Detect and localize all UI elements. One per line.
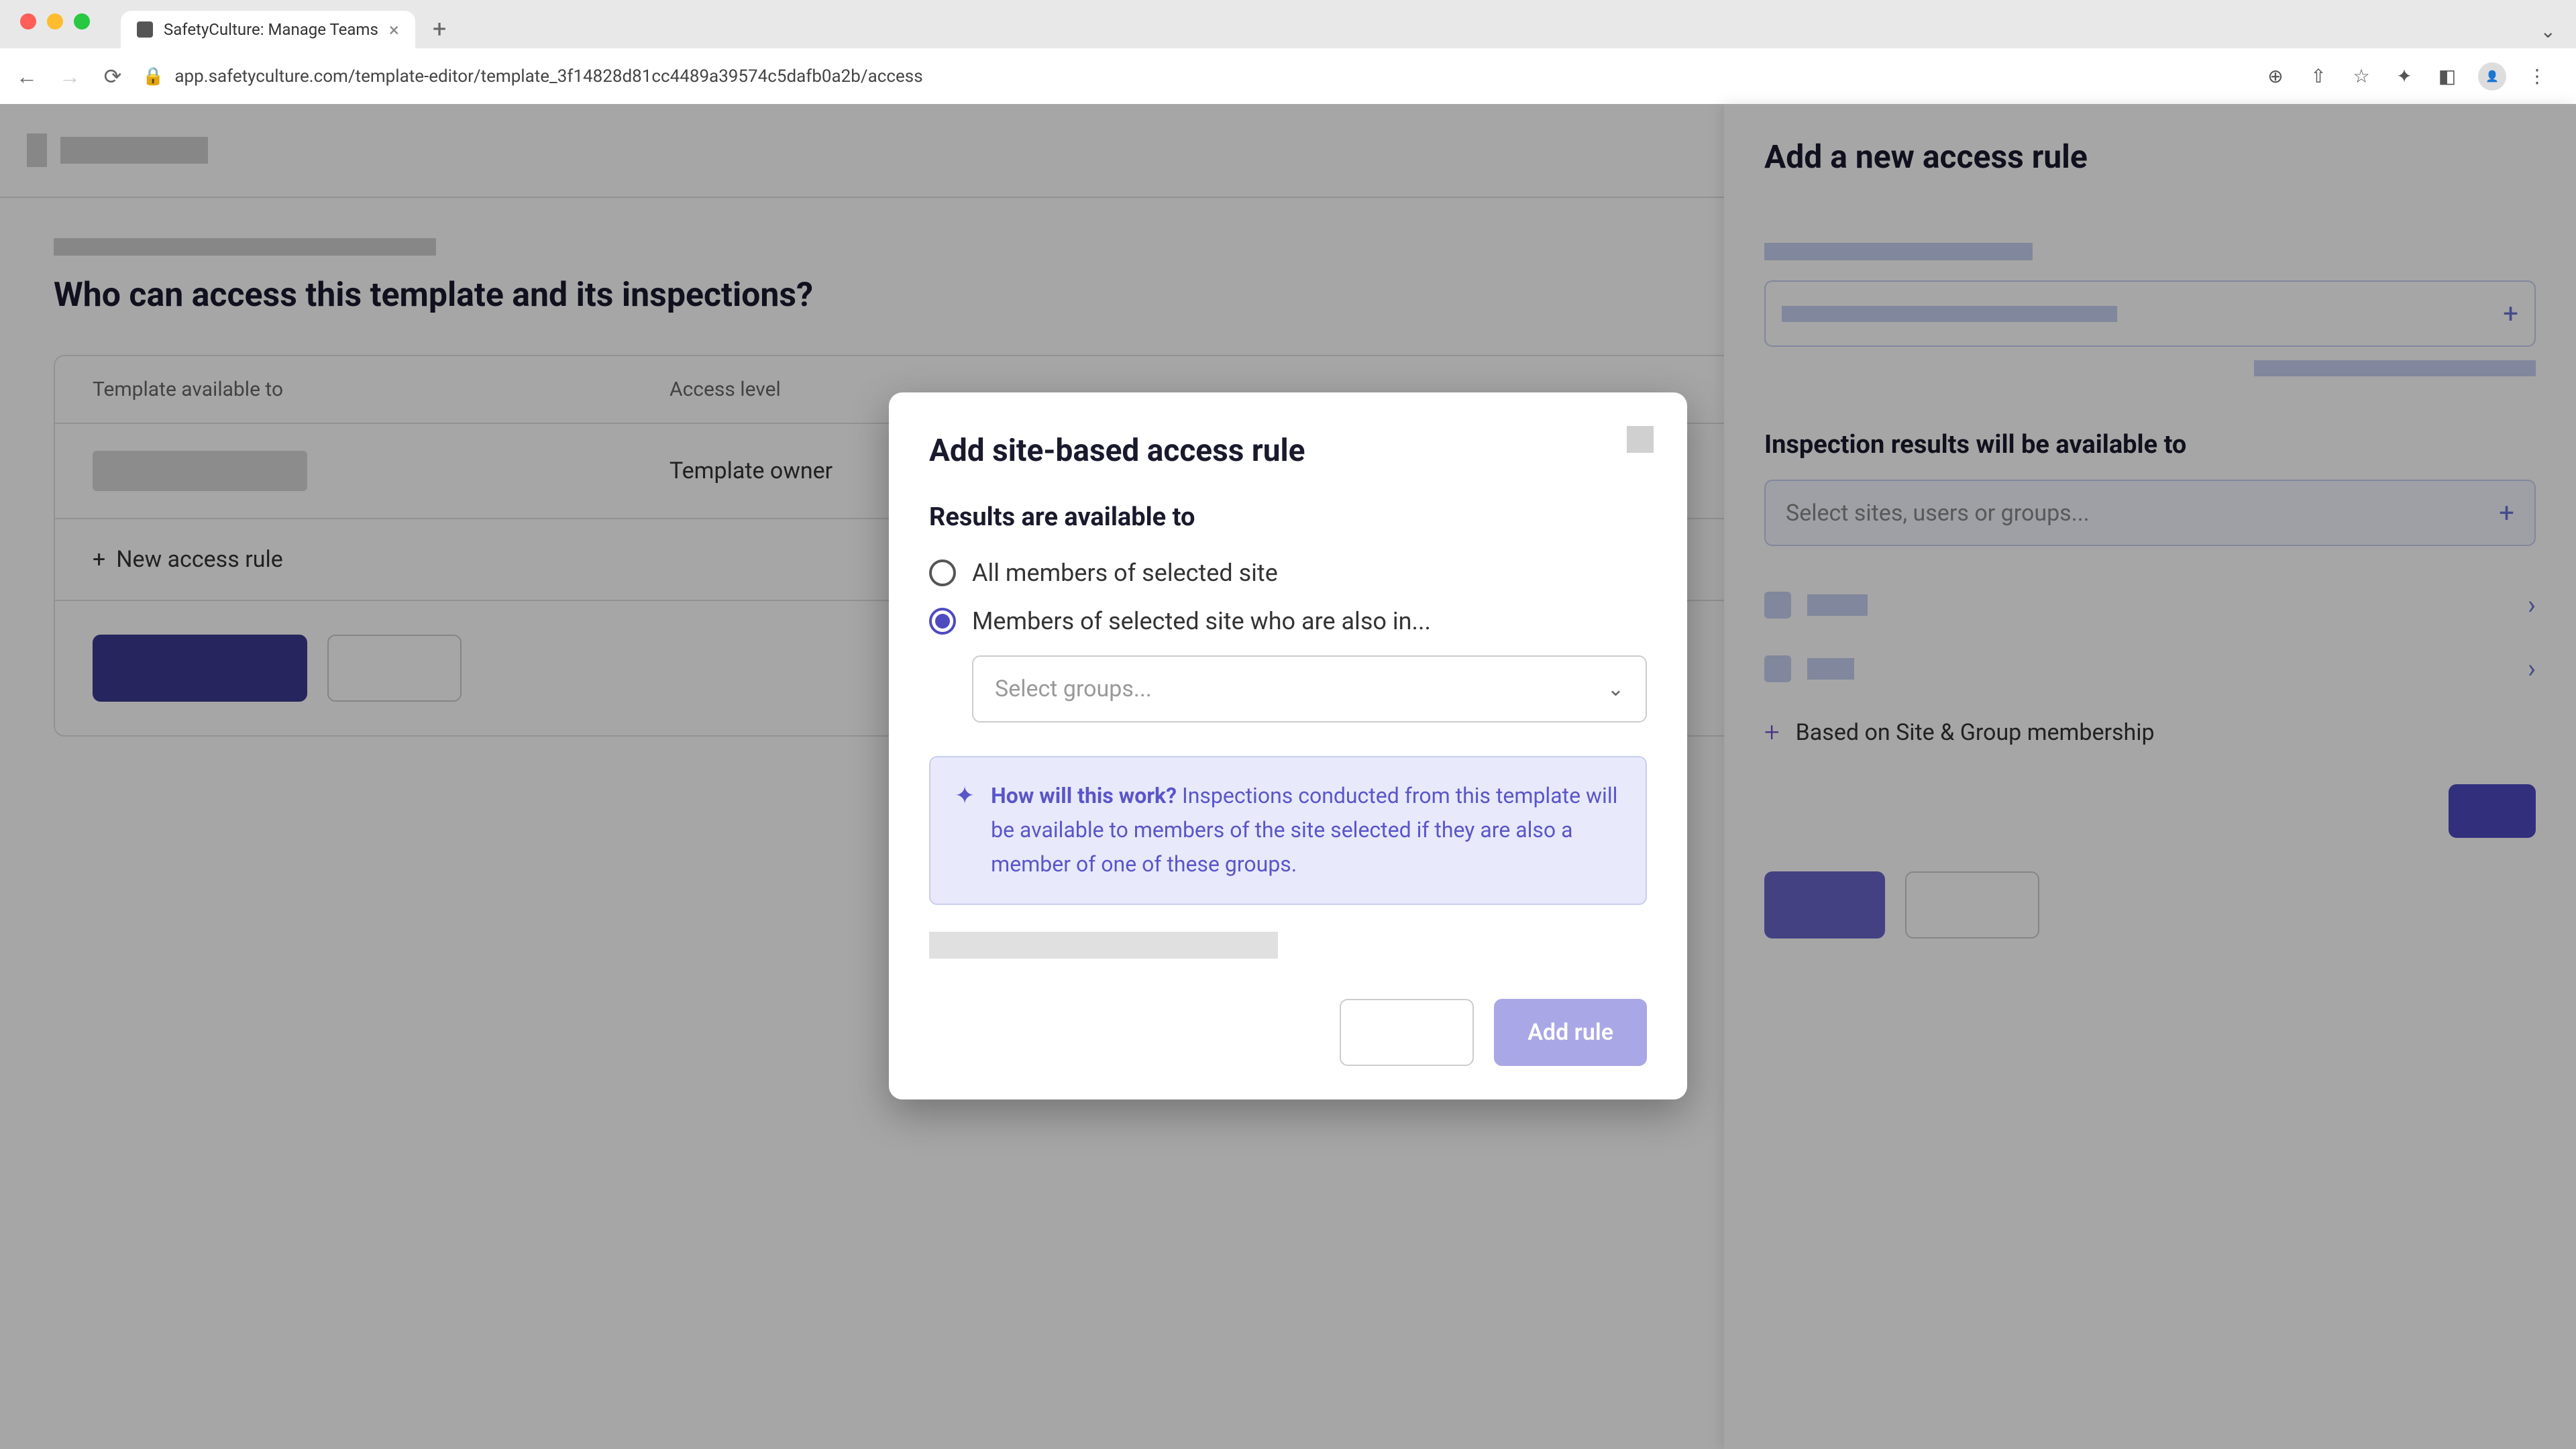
reload-button[interactable]: ⟳ (99, 63, 126, 90)
radio-all-members[interactable]: All members of selected site (929, 559, 1647, 587)
browser-tab[interactable]: SafetyCulture: Manage Teams × (121, 11, 415, 48)
modal-title: Add site-based access rule (929, 433, 1647, 469)
address-bar: ← → ⟳ 🔒 app.safetyculture.com/template-e… (0, 48, 2576, 104)
extensions-icon[interactable]: ✦ (2392, 64, 2416, 89)
window-controls (0, 0, 110, 30)
url-text: app.safetyculture.com/template-editor/te… (174, 66, 922, 87)
tab-close-icon[interactable]: × (389, 19, 399, 41)
window-minimize-button[interactable] (47, 13, 63, 30)
bookmark-icon[interactable]: ☆ (2349, 64, 2373, 89)
chevron-down-icon: ⌄ (1607, 678, 1624, 701)
add-rule-button[interactable]: Add rule (1494, 999, 1647, 1066)
modal-footer: Add rule (929, 999, 1647, 1066)
tab-title: SafetyCulture: Manage Teams (164, 20, 378, 39)
profile-icon[interactable]: 👤 (2478, 62, 2506, 91)
info-strong: How will this work? (991, 783, 1177, 808)
browser-chrome: ⌄ SafetyCulture: Manage Teams × + ← → ⟳ … (0, 0, 2576, 104)
forward-button[interactable]: → (56, 63, 83, 90)
select-groups-dropdown[interactable]: Select groups... ⌄ (972, 655, 1647, 722)
app-viewport: 3. Access Who can access this template a… (0, 104, 2576, 1449)
sidepanel-icon[interactable]: ◧ (2435, 64, 2459, 89)
menu-icon[interactable]: ⋮ (2525, 64, 2549, 89)
info-text: How will this work? Inspections conducte… (991, 779, 1621, 882)
info-callout: ✦ How will this work? Inspections conduc… (929, 756, 1647, 905)
add-site-access-modal: Add site-based access rule Results are a… (889, 392, 1687, 1099)
modal-subtitle: Results are available to (929, 502, 1647, 532)
share-icon[interactable]: ⇧ (2306, 64, 2330, 89)
zoom-icon[interactable]: ⊕ (2263, 64, 2288, 89)
new-tab-button[interactable]: + (422, 9, 457, 48)
radio-members-in-group[interactable]: Members of selected site who are also in… (929, 607, 1647, 635)
window-close-button[interactable] (20, 13, 36, 30)
chevron-down-icon[interactable]: ⌄ (2540, 20, 2556, 42)
modal-close-button[interactable] (1627, 426, 1654, 453)
dropdown-placeholder: Select groups... (995, 676, 1152, 702)
back-button[interactable]: ← (13, 63, 40, 90)
lock-icon: 🔒 (142, 66, 164, 87)
radio-button-selected-icon (929, 608, 956, 635)
url-field[interactable]: 🔒 app.safetyculture.com/template-editor/… (142, 66, 2247, 87)
content-placeholder (929, 932, 1278, 959)
radio-label: All members of selected site (972, 559, 1278, 587)
radio-label: Members of selected site who are also in… (972, 607, 1431, 635)
sparkle-icon: ✦ (955, 782, 975, 882)
radio-button-icon (929, 559, 956, 586)
window-maximize-button[interactable] (74, 13, 90, 30)
tab-bar: SafetyCulture: Manage Teams × + (0, 0, 2576, 48)
favicon (137, 21, 153, 38)
cancel-button[interactable] (1340, 999, 1474, 1066)
